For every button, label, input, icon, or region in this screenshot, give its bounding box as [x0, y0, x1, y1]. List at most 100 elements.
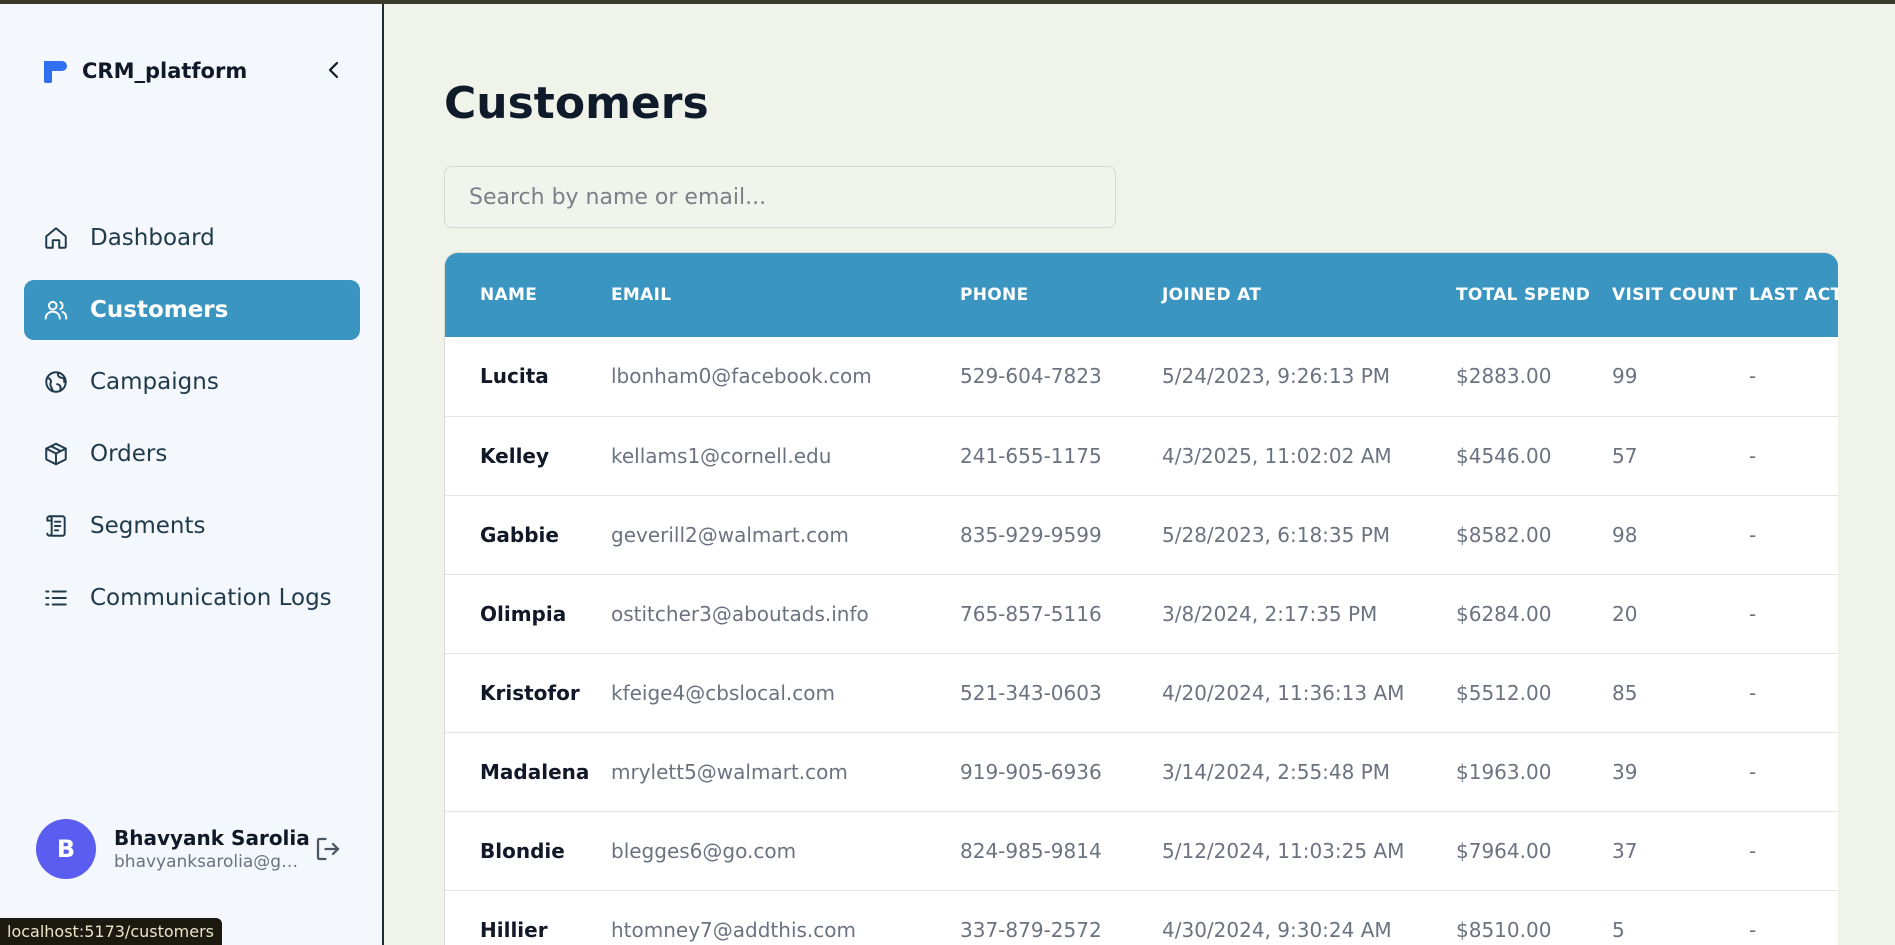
cell-name: Hillier — [445, 890, 611, 945]
cell-visit-count: 39 — [1612, 732, 1749, 812]
collapse-sidebar-button[interactable] — [322, 58, 346, 82]
cell-last-activity: - — [1749, 890, 1838, 945]
users-icon — [42, 296, 70, 324]
sidebar-item-dashboard[interactable]: Dashboard — [24, 208, 360, 268]
sidebar-item-label: Customers — [90, 297, 229, 323]
sidebar-nav: Dashboard Customers Campaigns Orders Seg… — [24, 208, 360, 640]
cell-email: kfeige4@cbslocal.com — [611, 653, 960, 733]
cell-total-spend: $8510.00 — [1456, 890, 1612, 945]
cell-visit-count: 5 — [1612, 890, 1749, 945]
brand-logo-icon — [44, 61, 67, 83]
cell-visit-count: 99 — [1612, 337, 1749, 417]
package-icon — [42, 440, 70, 468]
sidebar-item-customers[interactable]: Customers — [24, 280, 360, 340]
search-input[interactable] — [444, 166, 1116, 228]
cell-joined-at: 5/28/2023, 6:18:35 PM — [1162, 495, 1456, 575]
column-header-total-spend[interactable]: TOTAL SPEND — [1456, 253, 1612, 337]
cell-name: Lucita — [445, 337, 611, 417]
status-bar-url: localhost:5173/customers — [0, 918, 222, 945]
table-row[interactable]: Hillier htomney7@addthis.com 337-879-2572 4… — [445, 890, 1838, 945]
cell-joined-at: 5/24/2023, 9:26:13 PM — [1162, 337, 1456, 417]
cell-phone: 835-929-9599 — [960, 495, 1162, 575]
cell-total-spend: $1963.00 — [1456, 732, 1612, 812]
cell-total-spend: $5512.00 — [1456, 653, 1612, 733]
table-header-row: NAME EMAIL PHONE JOINED AT TOTAL SPEND V… — [445, 253, 1838, 337]
column-header-phone[interactable]: PHONE — [960, 253, 1162, 337]
cell-phone: 824-985-9814 — [960, 811, 1162, 891]
column-header-last-activity[interactable]: LAST ACTIVITY — [1749, 253, 1838, 337]
avatar[interactable]: B — [36, 819, 96, 879]
cell-visit-count: 98 — [1612, 495, 1749, 575]
logout-icon — [316, 837, 340, 861]
cell-email: htomney7@addthis.com — [611, 890, 960, 945]
cell-name: Madalena — [445, 732, 611, 812]
cell-name: Kelley — [445, 416, 611, 496]
brand[interactable]: CRM_platform — [40, 56, 247, 86]
brand-name: CRM_platform — [82, 59, 248, 83]
logout-button[interactable] — [313, 834, 343, 864]
cell-visit-count: 20 — [1612, 574, 1749, 654]
cell-last-activity: - — [1749, 416, 1838, 496]
cell-total-spend: $2883.00 — [1456, 337, 1612, 417]
sidebar: CRM_platform Dashboard Customers Campaig… — [0, 0, 384, 945]
cell-email: mrylett5@walmart.com — [611, 732, 960, 812]
sidebar-item-communication-logs[interactable]: Communication Logs — [24, 568, 360, 628]
column-header-joined-at[interactable]: JOINED AT — [1162, 253, 1456, 337]
cell-joined-at: 4/30/2024, 9:30:24 AM — [1162, 890, 1456, 945]
cell-email: lbonham0@facebook.com — [611, 337, 960, 417]
sidebar-item-segments[interactable]: Segments — [24, 496, 360, 556]
cell-total-spend: $8582.00 — [1456, 495, 1612, 575]
cell-name: Olimpia — [445, 574, 611, 654]
cell-email: ostitcher3@aboutads.info — [611, 574, 960, 654]
table-row[interactable]: Olimpia ostitcher3@aboutads.info 765-857-5… — [445, 574, 1838, 654]
table-row[interactable]: Madalena mrylett5@walmart.com 919-905-6936… — [445, 732, 1838, 812]
table-row[interactable]: Lucita lbonham0@facebook.com 529-604-7823 5… — [445, 337, 1838, 417]
table-row[interactable]: Kristofor kfeige4@cbslocal.com 521-343-060… — [445, 653, 1838, 733]
customers-table-container: NAME EMAIL PHONE JOINED AT TOTAL SPEND V… — [444, 252, 1838, 945]
table-row[interactable]: Blondie blegges6@go.com 824-985-9814 5/12/2… — [445, 811, 1838, 891]
scroll-icon — [42, 512, 70, 540]
cell-name: Gabbie — [445, 495, 611, 575]
table-body: Lucita lbonham0@facebook.com 529-604-7823 5… — [445, 337, 1838, 945]
cell-last-activity: - — [1749, 495, 1838, 575]
cell-last-activity: - — [1749, 653, 1838, 733]
user-name: Bhavyank Sarolia — [114, 826, 310, 850]
user-info: Bhavyank Sarolia bhavyanksarolia@gm... — [114, 826, 310, 872]
cell-phone: 337-879-2572 — [960, 890, 1162, 945]
sidebar-item-label: Orders — [90, 441, 168, 467]
cell-visit-count: 85 — [1612, 653, 1749, 733]
page-title: Customers — [444, 78, 709, 129]
cell-visit-count: 37 — [1612, 811, 1749, 891]
cell-last-activity: - — [1749, 574, 1838, 654]
browser-top-edge — [0, 0, 1895, 4]
cell-email: blegges6@go.com — [611, 811, 960, 891]
sidebar-item-label: Dashboard — [90, 225, 215, 251]
cell-last-activity: - — [1749, 732, 1838, 812]
table-row[interactable]: Gabbie geverill2@walmart.com 835-929-9599 5… — [445, 495, 1838, 575]
cell-joined-at: 3/14/2024, 2:55:48 PM — [1162, 732, 1456, 812]
cell-joined-at: 5/12/2024, 11:03:25 AM — [1162, 811, 1456, 891]
cell-email: kellams1@cornell.edu — [611, 416, 960, 496]
customers-table: NAME EMAIL PHONE JOINED AT TOTAL SPEND V… — [445, 253, 1838, 945]
table-row[interactable]: Kelley kellams1@cornell.edu 241-655-1175 4/… — [445, 416, 1838, 496]
cell-phone: 529-604-7823 — [960, 337, 1162, 417]
cell-total-spend: $4546.00 — [1456, 416, 1612, 496]
column-header-visit-count[interactable]: VISIT COUNT — [1612, 253, 1749, 337]
sidebar-item-label: Communication Logs — [90, 585, 332, 611]
home-icon — [42, 224, 70, 252]
cell-last-activity: - — [1749, 337, 1838, 417]
cell-email: geverill2@walmart.com — [611, 495, 960, 575]
cell-joined-at: 4/20/2024, 11:36:13 AM — [1162, 653, 1456, 733]
column-header-name[interactable]: NAME — [445, 253, 611, 337]
sidebar-item-campaigns[interactable]: Campaigns — [24, 352, 360, 412]
cell-joined-at: 4/3/2025, 11:02:02 AM — [1162, 416, 1456, 496]
user-email: bhavyanksarolia@gm... — [114, 852, 299, 872]
list-icon — [42, 584, 70, 612]
cell-phone: 919-905-6936 — [960, 732, 1162, 812]
cell-phone: 521-343-0603 — [960, 653, 1162, 733]
cell-total-spend: $7964.00 — [1456, 811, 1612, 891]
cell-name: Blondie — [445, 811, 611, 891]
cell-phone: 765-857-5116 — [960, 574, 1162, 654]
column-header-email[interactable]: EMAIL — [611, 253, 960, 337]
sidebar-item-orders[interactable]: Orders — [24, 424, 360, 484]
